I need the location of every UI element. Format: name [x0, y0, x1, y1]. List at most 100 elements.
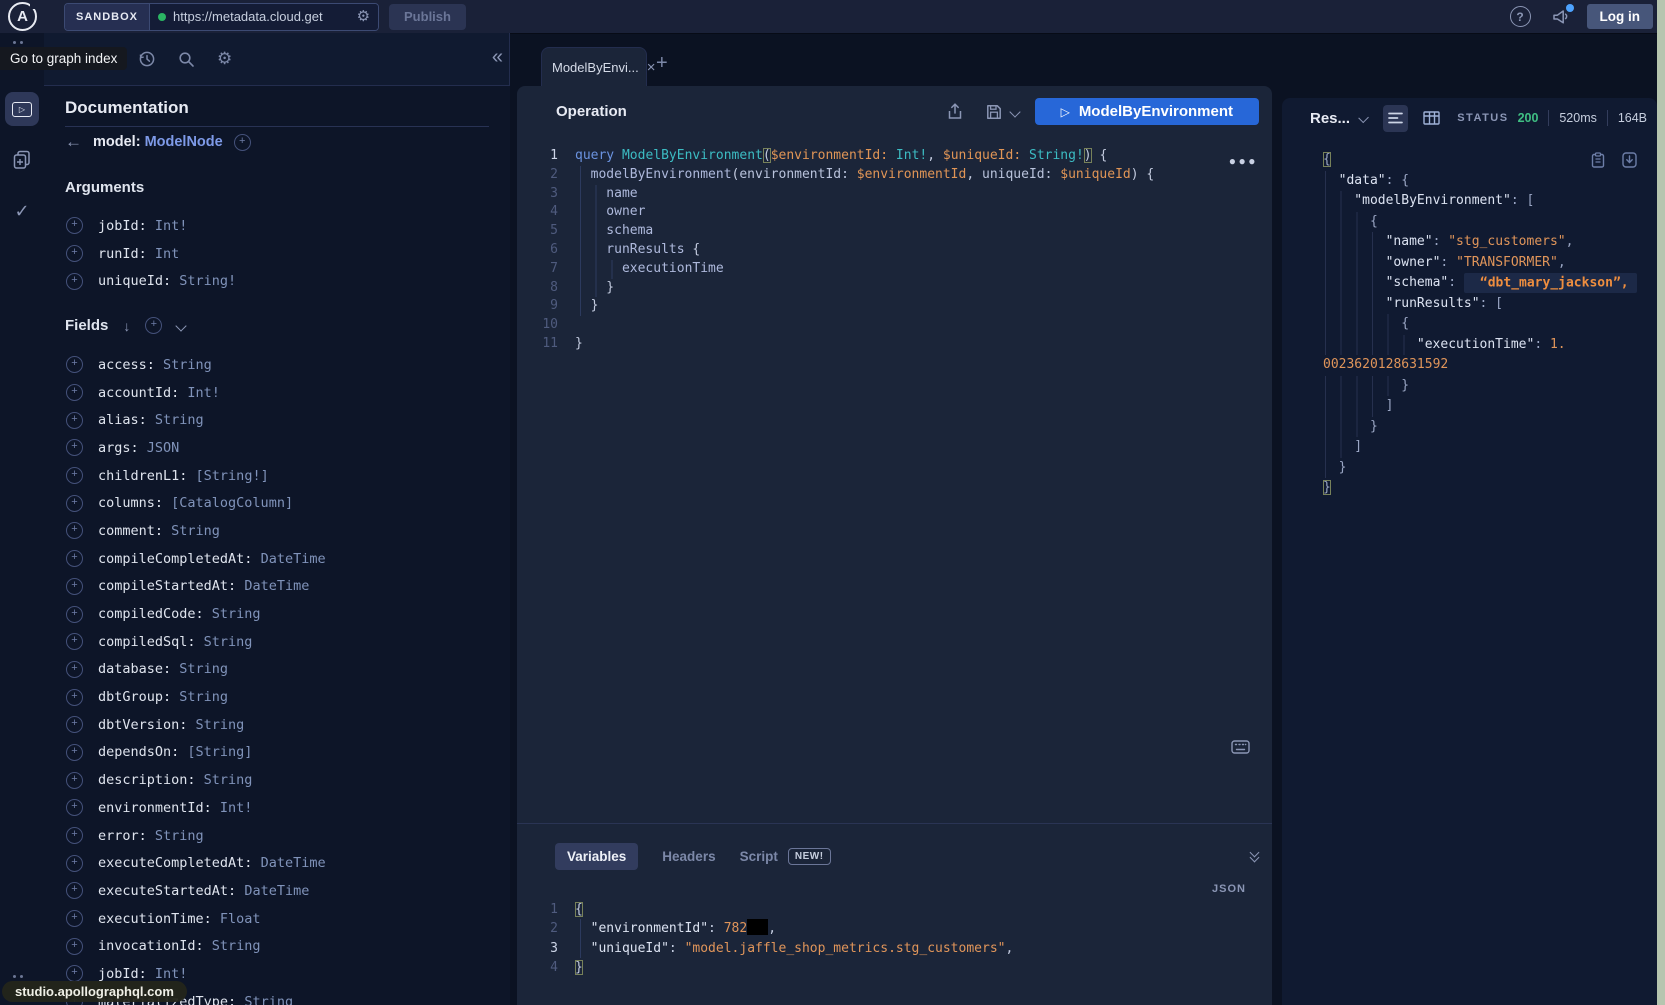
add-argument-button[interactable]: +: [66, 245, 83, 262]
add-field-button[interactable]: +: [66, 384, 83, 401]
field-signature[interactable]: database: String: [98, 661, 228, 677]
add-field-button[interactable]: +: [66, 910, 83, 927]
keyboard-shortcuts-icon[interactable]: [1231, 740, 1250, 754]
rail-bottom-icon[interactable]: [13, 975, 23, 978]
field-signature[interactable]: executeStartedAt: DateTime: [98, 883, 309, 899]
add-field-button[interactable]: +: [66, 772, 83, 789]
response-title-chevron-icon[interactable]: [1358, 113, 1369, 124]
tab-close-icon[interactable]: ×: [647, 59, 656, 76]
add-field-button[interactable]: +: [66, 965, 83, 982]
add-field-button[interactable]: +: [66, 633, 83, 650]
sandbox-badge: SANDBOX: [65, 4, 150, 30]
field-signature[interactable]: accountId: Int!: [98, 385, 220, 401]
field-signature[interactable]: compiledSql: String: [98, 634, 252, 650]
field-signature[interactable]: comment: String: [98, 523, 220, 539]
settings-gear-icon[interactable]: ⚙: [217, 49, 232, 69]
search-icon[interactable]: [178, 51, 195, 68]
add-field-button[interactable]: +: [66, 522, 83, 539]
endpoint-url-field[interactable]: https://metadata.cloud.get ⚙: [150, 4, 378, 30]
add-field-button[interactable]: +: [66, 467, 83, 484]
announcements-icon[interactable]: [1551, 8, 1571, 25]
add-field-button[interactable]: +: [66, 799, 83, 816]
field-signature[interactable]: executionTime: Float: [98, 911, 261, 927]
field-signature[interactable]: dependsOn: [String]: [98, 744, 252, 760]
field-signature[interactable]: columns: [CatalogColumn]: [98, 495, 293, 511]
field-signature[interactable]: description: String: [98, 772, 252, 788]
breadcrumb-type-link[interactable]: ModelNode: [145, 134, 223, 150]
field-signature[interactable]: dbtGroup: String: [98, 689, 228, 705]
back-arrow-icon[interactable]: ←: [65, 132, 82, 152]
endpoint-url-text[interactable]: https://metadata.cloud.get: [173, 9, 350, 24]
add-argument-button[interactable]: +: [66, 273, 83, 290]
field-signature[interactable]: compileCompletedAt: DateTime: [98, 551, 326, 567]
add-field-button[interactable]: +: [66, 827, 83, 844]
add-field-button[interactable]: +: [66, 439, 83, 456]
add-field-button[interactable]: +: [66, 495, 83, 512]
tab-headers[interactable]: Headers: [662, 849, 715, 864]
field-signature[interactable]: compileStartedAt: DateTime: [98, 578, 309, 594]
apollo-logo-icon[interactable]: A: [8, 2, 37, 31]
sort-fields-icon[interactable]: ↓: [123, 318, 130, 334]
add-field-button[interactable]: +: [66, 882, 83, 899]
save-options-chevron-icon[interactable]: [1009, 106, 1020, 117]
field-signature[interactable]: args: JSON: [98, 440, 179, 456]
field-signature[interactable]: jobId: Int!: [98, 218, 187, 234]
add-field-button[interactable]: +: [66, 606, 83, 623]
sidebar-item-checks[interactable]: ✓: [0, 201, 44, 222]
field-signature[interactable]: executeCompletedAt: DateTime: [98, 855, 326, 871]
field-signature[interactable]: invocationId: String: [98, 938, 261, 954]
history-icon[interactable]: [138, 50, 156, 68]
response-view-table-button[interactable]: [1423, 111, 1440, 125]
tab-modelbyenvironment[interactable]: ModelByEnvi... ×: [541, 47, 647, 86]
share-operation-icon[interactable]: [947, 103, 963, 120]
field-signature[interactable]: error: String: [98, 828, 204, 844]
operation-editor[interactable]: 1query ModelByEnvironment($environmentId…: [517, 147, 1272, 354]
new-tab-button[interactable]: +: [656, 52, 668, 75]
response-json-viewer[interactable]: {"data": {"modelByEnvironment": [{"name"…: [1323, 150, 1653, 499]
field-signature[interactable]: dbtVersion: String: [98, 717, 244, 733]
code-token: $environmentId:: [771, 148, 888, 163]
field-signature[interactable]: access: String: [98, 357, 212, 373]
add-all-fields-button[interactable]: +: [145, 317, 162, 334]
response-view-json-button[interactable]: [1383, 105, 1408, 132]
login-button[interactable]: Log in: [1587, 4, 1654, 29]
field-signature[interactable]: environmentId: Int!: [98, 800, 252, 816]
field-signature[interactable]: jobId: Int!: [98, 966, 187, 982]
sidebar-item-changelog[interactable]: [0, 150, 44, 170]
run-operation-button[interactable]: ▷ ModelByEnvironment: [1035, 98, 1259, 125]
field-signature[interactable]: uniqueId: String!: [98, 273, 236, 289]
editor-overflow-menu-icon[interactable]: ●●●: [1229, 154, 1258, 168]
save-operation-icon[interactable]: [986, 104, 1002, 120]
add-field-button[interactable]: +: [66, 855, 83, 872]
fields-options-chevron-icon[interactable]: [176, 320, 187, 331]
add-field-button[interactable]: +: [66, 412, 83, 429]
indent-guide: [1323, 294, 1386, 315]
add-argument-button[interactable]: +: [66, 217, 83, 234]
add-field-button[interactable]: +: [66, 550, 83, 567]
code-token: }: [575, 960, 583, 975]
field-signature[interactable]: runId: Int: [98, 246, 179, 262]
graph-index-icon[interactable]: [13, 41, 23, 44]
sidebar-item-explorer[interactable]: ▷: [5, 92, 39, 126]
variables-editor[interactable]: 1{2"environmentId": 782,3"uniqueId": "mo…: [517, 900, 1272, 977]
add-type-button[interactable]: +: [234, 134, 251, 151]
add-field-button[interactable]: +: [66, 716, 83, 733]
field-signature[interactable]: childrenL1: [String!]: [98, 468, 269, 484]
collapse-variables-icon[interactable]: [1251, 852, 1258, 861]
code-token: environmentId:: [739, 167, 849, 182]
collapse-panel-icon[interactable]: «: [492, 46, 503, 69]
publish-button[interactable]: Publish: [389, 4, 466, 30]
help-icon[interactable]: ?: [1510, 6, 1531, 27]
add-field-button[interactable]: +: [66, 578, 83, 595]
field-signature[interactable]: compiledCode: String: [98, 606, 261, 622]
fields-heading-label: Fields: [65, 317, 108, 334]
tab-variables[interactable]: Variables: [555, 843, 638, 870]
add-field-button[interactable]: +: [66, 356, 83, 373]
field-signature[interactable]: alias: String: [98, 412, 204, 428]
add-field-button[interactable]: +: [66, 744, 83, 761]
tab-script[interactable]: Script: [740, 849, 778, 864]
add-field-button[interactable]: +: [66, 661, 83, 678]
add-field-button[interactable]: +: [66, 938, 83, 955]
connection-settings-icon[interactable]: ⚙: [357, 9, 370, 24]
add-field-button[interactable]: +: [66, 689, 83, 706]
